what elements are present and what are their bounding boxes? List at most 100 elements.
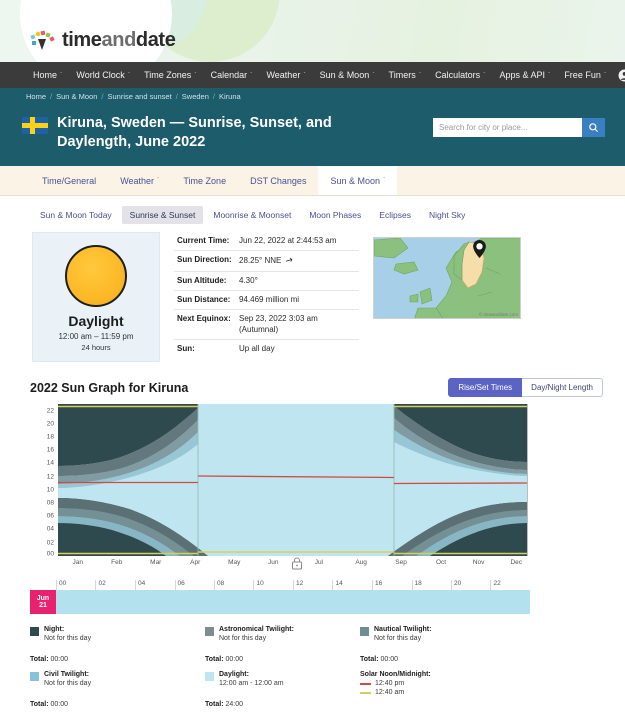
nav-label: Time Zones: [144, 70, 192, 80]
sun-graph: 22 20 18 16 14 12 10 08 06 04 02 00 Jan …: [30, 404, 530, 574]
legend-swatch-astronomical-twilight: [205, 627, 214, 637]
x-tick-feb: Feb: [111, 559, 123, 567]
top-navigation: Home ˇ World Clock ˇ Time Zones ˇ Calendar ˇ…: [0, 62, 625, 88]
lock-icon[interactable]: [291, 557, 303, 570]
legend-total: Total: 00:00: [205, 656, 360, 663]
y-tick-18: 18: [46, 433, 54, 441]
toggle-rise-set-times[interactable]: Rise/Set Times: [448, 378, 523, 398]
y-tick-10: 10: [46, 486, 54, 494]
legend-title: Night:: [44, 626, 65, 634]
nav-item-apps-api[interactable]: Apps & API ˇ: [492, 62, 557, 88]
nav-label: Calculators: [435, 70, 481, 80]
day-tick-02: 02: [95, 580, 106, 591]
legend-total-value: 00:00: [50, 701, 69, 709]
breadcrumb-item-kiruna[interactable]: Kiruna: [219, 92, 241, 101]
fact-value: 94.469 million mi: [236, 290, 359, 311]
day-timeline: 00 02 04 06 08 10 12 14 16 18 20 22 Jun …: [30, 580, 530, 615]
day-tick-10: 10: [253, 580, 264, 591]
breadcrumb-item-sweden[interactable]: Sweden: [182, 92, 209, 101]
nav-item-world-clock[interactable]: World Clock ˇ: [69, 62, 137, 88]
chevron-down-icon: ˇ: [418, 71, 422, 79]
nav-label: Free Fun: [564, 70, 601, 80]
x-tick-apr: Apr: [190, 559, 201, 567]
section-tabs: Time/General Weather ˇ Time Zone DST Chan…: [0, 166, 625, 197]
legend-swatch-night: [30, 627, 39, 637]
toggle-day-night-length[interactable]: Day/Night Length: [522, 378, 603, 398]
chevron-down-icon: ˇ: [303, 71, 306, 79]
chevron-down-icon: ˇ: [603, 71, 607, 79]
nav-item-sun-moon[interactable]: Sun & Moon ˇ: [313, 62, 382, 88]
masthead: timeanddate: [0, 0, 625, 62]
subtab-sunrise-sunset[interactable]: Sunrise & Sunset: [121, 206, 204, 225]
table-row: Sun: Up all day: [174, 339, 359, 358]
chart-plot-area[interactable]: [58, 404, 528, 557]
search-box: [433, 118, 605, 137]
legend-entry-daylight: Daylight: 12:00 am - 12:00 am Total: 24:…: [205, 671, 360, 708]
chart-header: 2022 Sun Graph for Kiruna Rise/Set Times…: [0, 362, 625, 404]
x-tick-aug: Aug: [355, 559, 367, 567]
map-credit: © timeanddate.com: [478, 312, 518, 318]
table-row: Current Time: Jun 22, 2022 at 2:44:53 am: [174, 232, 359, 252]
fact-value-link[interactable]: Sep 23, 2022 3:03 am (Autumnal): [236, 309, 359, 340]
nav-item-calendar[interactable]: Calendar ˇ: [204, 62, 260, 88]
legend-total-value: 00:00: [380, 656, 399, 664]
tab-dst-changes[interactable]: DST Changes: [238, 166, 318, 195]
compass-arrow-icon: ↗: [283, 254, 296, 267]
y-tick-00: 00: [46, 550, 54, 558]
y-tick-06: 06: [46, 512, 54, 520]
nav-item-free-fun[interactable]: Free Fun ˇ: [557, 62, 613, 88]
x-tick-nov: Nov: [472, 559, 485, 567]
fact-key: Current Time:: [174, 232, 236, 252]
site-logo[interactable]: timeanddate: [30, 29, 176, 52]
confetti-logo-icon: [30, 30, 55, 50]
subtab-night-sky[interactable]: Night Sky: [421, 206, 473, 224]
chevron-down-icon: ˇ: [547, 71, 551, 79]
x-tick-jan: Jan: [72, 559, 83, 567]
subtab-moonrise-moonset[interactable]: Moonrise & Moonset: [205, 206, 299, 224]
subtab-eclipses[interactable]: Eclipses: [371, 206, 419, 224]
breadcrumb: Home / Sun & Moon / Sunrise and sunset /…: [0, 88, 625, 104]
sub-tabs: Sun & Moon Today Sunrise & Sunset Moonri…: [0, 196, 625, 233]
nav-item-calculators[interactable]: Calculators ˇ: [428, 62, 492, 88]
tab-time-general[interactable]: Time/General: [30, 166, 108, 195]
legend-solar-midnight: 12:40 am: [360, 689, 600, 696]
x-tick-oct: Oct: [435, 559, 447, 567]
tab-label: Weather: [120, 175, 155, 186]
day-tick-20: 20: [450, 580, 461, 591]
breadcrumb-item-sunrise-sunset[interactable]: Sunrise and sunset: [107, 92, 171, 101]
day-timeline-date-chip: Jun 21: [30, 590, 56, 615]
tab-weather[interactable]: Weather ˇ: [108, 166, 171, 195]
y-tick-20: 20: [46, 420, 54, 428]
y-tick-02: 02: [46, 539, 54, 547]
tab-sun-moon[interactable]: Sun & Moon ˇ: [318, 166, 398, 196]
tab-label: Time Zone: [183, 175, 227, 186]
subtab-moon-phases[interactable]: Moon Phases: [301, 206, 369, 224]
day-tick-00: 00: [56, 580, 66, 591]
tab-label: Sun & Moon: [330, 175, 380, 186]
breadcrumb-item-sun-moon[interactable]: Sun & Moon: [56, 92, 97, 101]
chart-view-toggle: Rise/Set Times Day/Night Length: [448, 378, 603, 398]
nav-label: Weather: [266, 70, 301, 80]
legend-title: Daylight:: [219, 671, 249, 679]
day-timeline-bar[interactable]: Jun 21: [30, 590, 530, 615]
nav-item-weather[interactable]: Weather ˇ: [259, 62, 312, 88]
nav-item-home[interactable]: Home ˇ: [26, 62, 69, 88]
breadcrumb-separator: /: [212, 91, 215, 101]
chevron-down-icon: ˇ: [194, 71, 197, 79]
nav-item-time-zones[interactable]: Time Zones ˇ: [137, 62, 204, 88]
info-row: Daylight 12:00 am – 11:59 pm 24 hours Cu…: [0, 232, 625, 363]
legend-title: Civil Twilight:: [44, 671, 89, 679]
chart-title: 2022 Sun Graph for Kiruna: [30, 380, 189, 395]
day-tick-06: 06: [174, 580, 185, 591]
nav-item-timers[interactable]: Timers ˇ: [382, 62, 429, 88]
location-map[interactable]: © timeanddate.com: [373, 237, 521, 320]
breadcrumb-item-home[interactable]: Home: [26, 92, 46, 101]
search-submit-button[interactable]: [582, 118, 605, 137]
legend-value: 12:00 am - 12:00 am: [219, 680, 284, 688]
legend-total: Total: 00:00: [30, 656, 205, 663]
search-input[interactable]: [433, 118, 582, 137]
subtab-sun-moon-today[interactable]: Sun & Moon Today: [32, 206, 120, 224]
account-circle-icon[interactable]: [613, 62, 625, 88]
legend-value: Not for this day: [219, 635, 267, 643]
tab-time-zone[interactable]: Time Zone: [171, 166, 238, 195]
